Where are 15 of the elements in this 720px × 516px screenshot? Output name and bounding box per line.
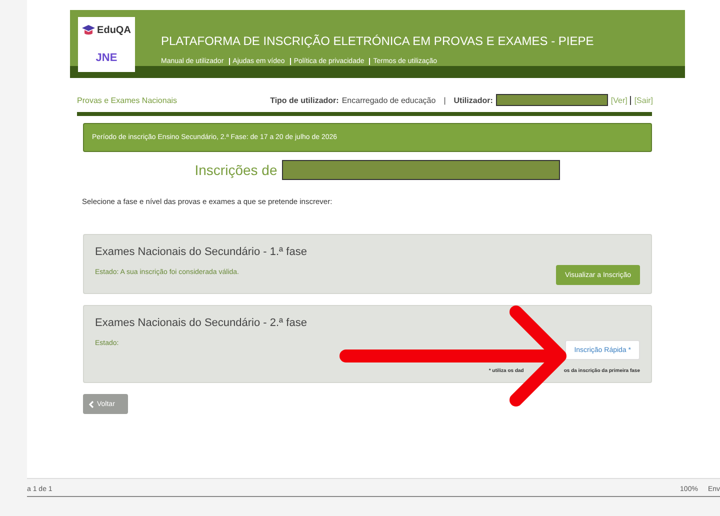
card-title: Exames Nacionais do Secundário - 2.ª fase <box>95 317 308 329</box>
user-action-link[interactable]: [Ver] <box>610 96 628 104</box>
separator-text: | <box>444 96 446 104</box>
logo-text: JNE <box>96 52 118 64</box>
user-type-value: Encarregado de educação <box>342 96 436 104</box>
logo-text: EduQA <box>97 25 131 36</box>
page-heading: Inscrições de <box>194 162 278 178</box>
user-action-link[interactable]: [Sair] <box>630 96 653 104</box>
section-title: Provas e Exames Nacionais <box>77 96 178 104</box>
chevron-left-icon <box>89 400 94 408</box>
platform-title: PLATAFORMA DE INSCRIÇÃO ELETRÓNICA EM PROVAS E EXAMES - PIEPE <box>161 34 595 50</box>
user-type-label: Tipo de utilizador: <box>270 96 339 104</box>
card-title: Exames Nacionais do Secundário - 1.ª fase <box>95 246 308 258</box>
graduation-cap-icon <box>82 24 96 37</box>
user-label: Utilizador: <box>454 96 493 104</box>
